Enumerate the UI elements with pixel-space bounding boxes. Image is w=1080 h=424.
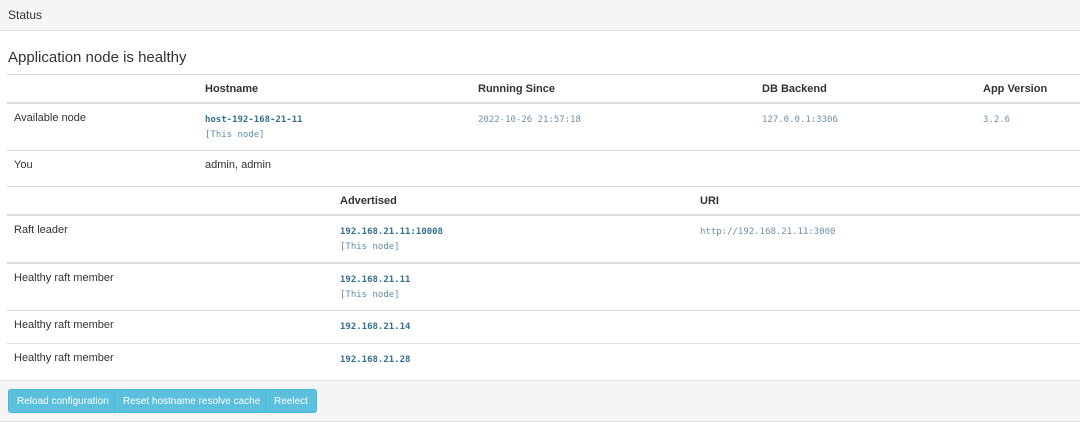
column-header-advertised: Advertised <box>333 186 693 216</box>
reload-configuration-button[interactable]: Reload configuration <box>8 389 118 413</box>
hostname: host-192-168-21-11 <box>205 115 303 125</box>
raft-table: Advertised URI Raft leader 192.168.21.11… <box>7 186 1080 376</box>
row-label: Available node <box>7 102 198 151</box>
table-row: Healthy raft member 192.168.21.28 <box>7 343 1080 376</box>
this-node-note: [This node] <box>205 130 265 140</box>
table-row: Healthy raft member 192.168.21.14 <box>7 310 1080 344</box>
node-table: Hostname Running Since DB Backend App Ve… <box>7 74 1080 179</box>
column-header-hostname: Hostname <box>198 74 471 104</box>
table-header-row: Advertised URI <box>7 186 1080 216</box>
table-row: You admin, admin <box>7 150 1080 179</box>
row-label: Healthy raft member <box>7 262 333 311</box>
this-node-note: [This node] <box>340 290 400 300</box>
app-version: 3.2.6 <box>983 115 1011 125</box>
uri: http://192.168.21.11:3000 <box>700 227 836 237</box>
advertised-address: 192.168.21.11 <box>340 275 411 285</box>
running-since: 2022-10-26 21:57:18 <box>478 115 581 125</box>
table-row: Raft leader 192.168.21.11:10008 [This nod… <box>7 214 1080 263</box>
advertised-address: 192.168.21.14 <box>340 322 411 332</box>
column-header-app-version: App Version <box>976 74 1080 104</box>
row-label: Raft leader <box>7 214 333 263</box>
this-node-note: [This node] <box>340 242 400 252</box>
column-header-db-backend: DB Backend <box>755 74 976 104</box>
reset-hostname-resolve-cache-button[interactable]: Reset hostname resolve cache <box>114 389 270 413</box>
column-header-uri: URI <box>693 186 1080 216</box>
db-backend: 127.0.0.1:3306 <box>762 115 838 125</box>
advertised-address: 192.168.21.28 <box>340 355 411 365</box>
column-header-running-since: Running Since <box>471 74 755 104</box>
row-label: Healthy raft member <box>7 310 333 344</box>
reelect-button[interactable]: Reelect <box>265 389 317 413</box>
page-title: Application node is healthy <box>8 49 187 66</box>
column-header <box>7 186 333 216</box>
advertised-address: 192.168.21.11:10008 <box>340 227 443 237</box>
row-label: You <box>7 150 198 179</box>
table-row: Available node host-192-168-21-11 [This n… <box>7 102 1080 151</box>
status-header: Status <box>0 0 1080 31</box>
table-header-row: Hostname Running Since DB Backend App Ve… <box>7 74 1080 104</box>
table-row: Healthy raft member 192.168.21.11 [This n… <box>7 262 1080 311</box>
header-title: Status <box>8 8 43 22</box>
action-bar: Reload configuration Reset hostname reso… <box>0 380 1080 422</box>
user-value: admin, admin <box>198 150 471 179</box>
row-label: Healthy raft member <box>7 343 333 376</box>
column-header <box>7 74 198 104</box>
